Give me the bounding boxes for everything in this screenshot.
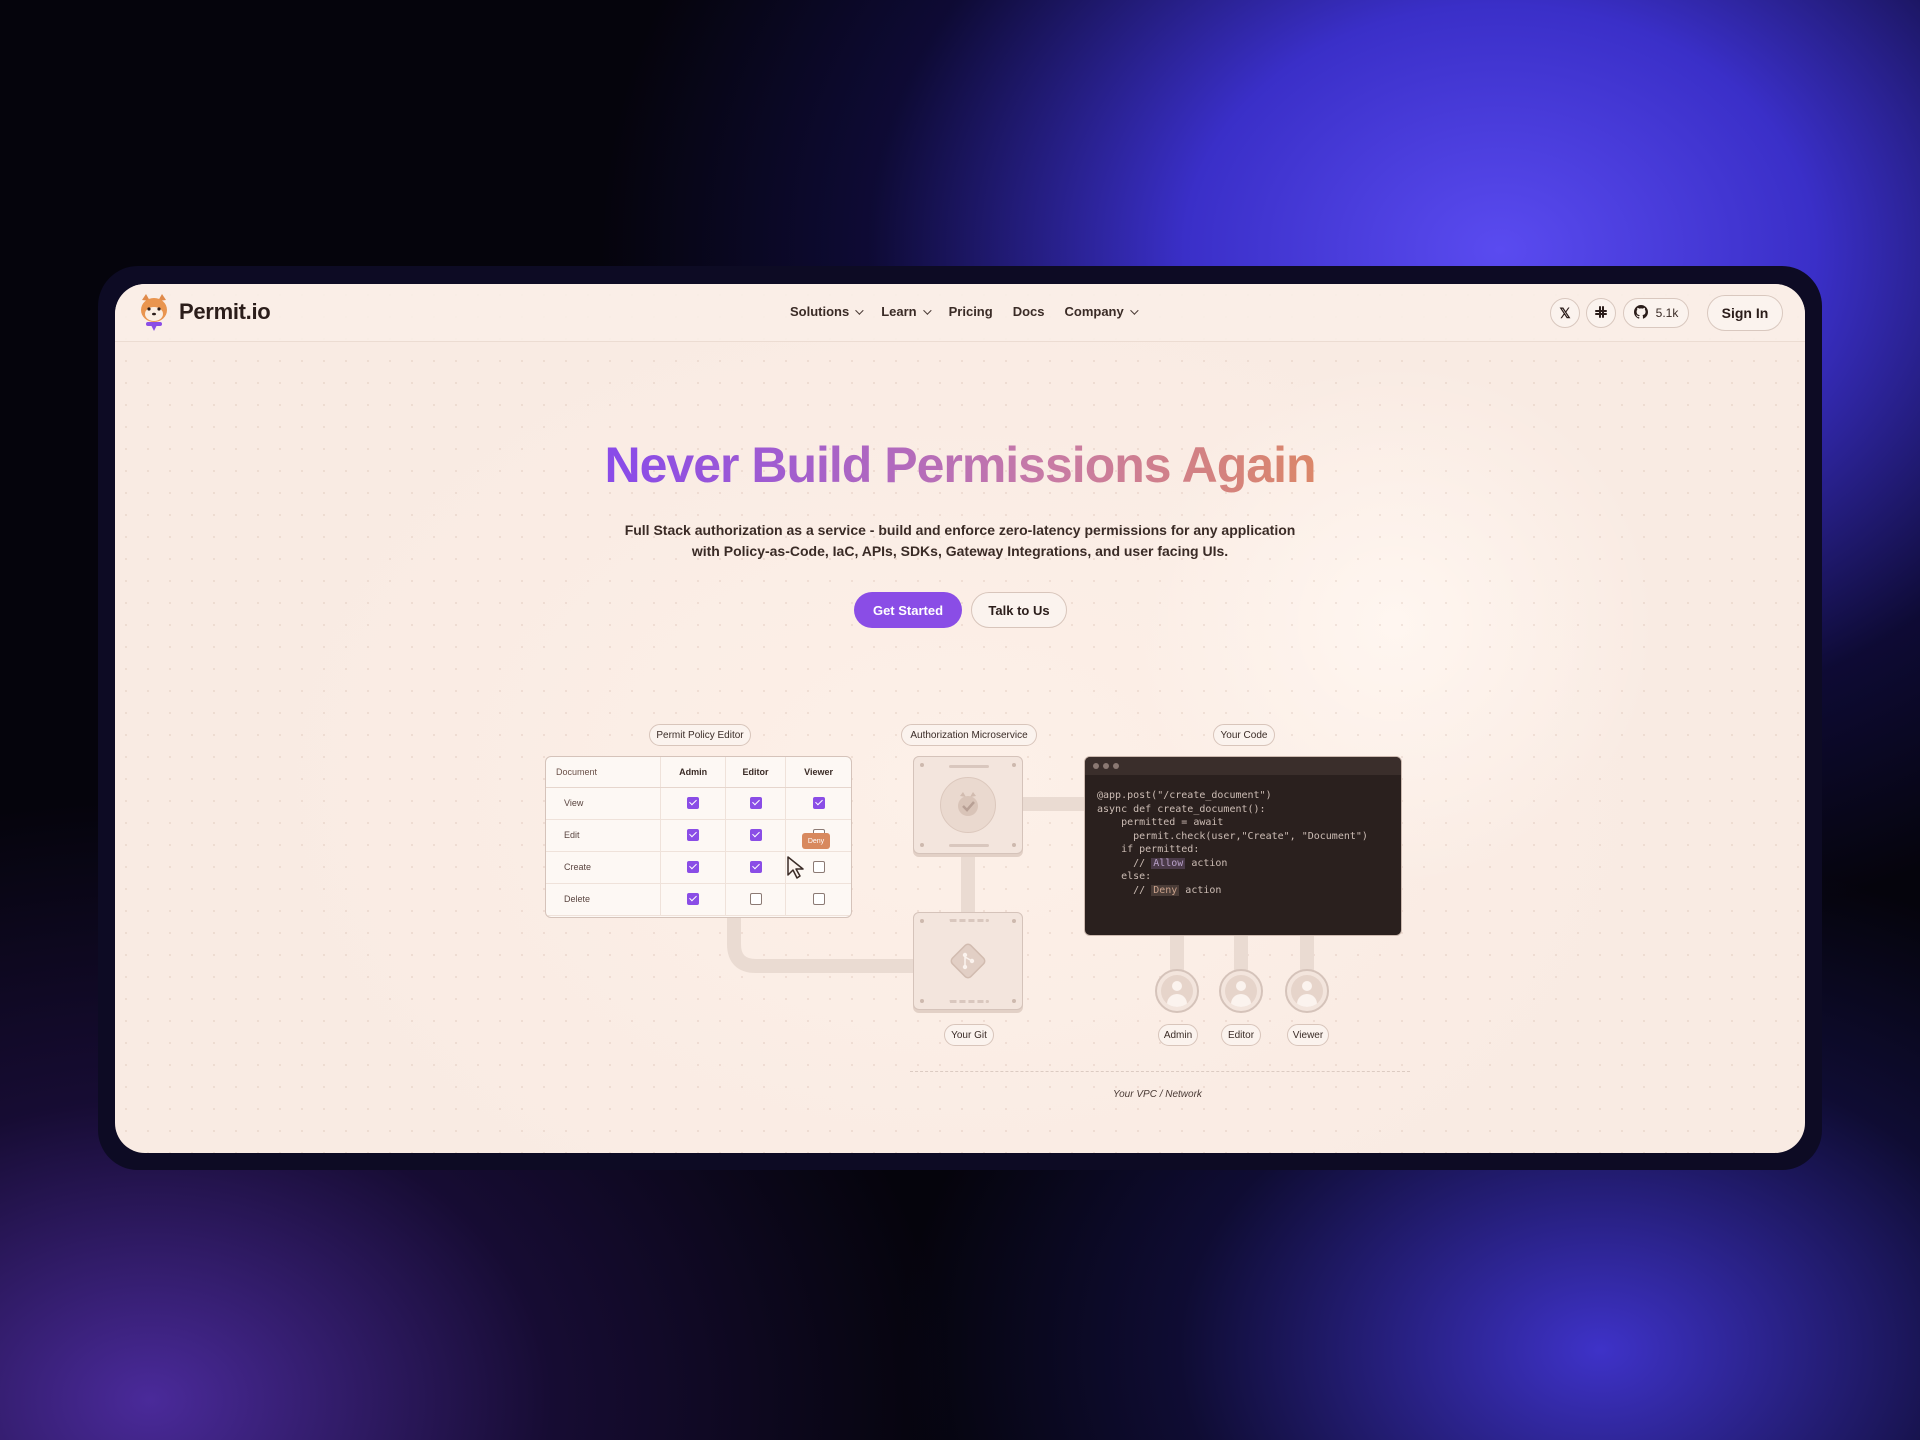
code-line: // Allow action <box>1097 857 1389 871</box>
code-line: permit.check(user,"Create", "Document") <box>1097 830 1368 842</box>
code-editor-window: @app.post("/create_document")async def c… <box>1084 756 1402 936</box>
code-line: permitted = await <box>1097 817 1224 828</box>
box-bar <box>949 844 989 847</box>
window-controls <box>1085 757 1401 775</box>
table-header: Editor <box>724 757 786 788</box>
window-dot-icon <box>1093 763 1099 769</box>
code-action: action <box>1185 857 1228 869</box>
permission-checkbox[interactable] <box>749 893 762 905</box>
table-header: Document <box>546 757 661 788</box>
permission-checkbox[interactable] <box>687 797 700 809</box>
vpc-label: Your VPC / Network <box>1113 1089 1202 1100</box>
permit-shield-icon <box>940 777 996 833</box>
viewer-avatar <box>1285 969 1329 1013</box>
deny-tag: Deny <box>802 833 830 849</box>
code-block: @app.post("/create_document")async def c… <box>1085 775 1401 911</box>
box-bar <box>949 919 989 922</box>
code-line: if permitted: <box>1097 844 1200 855</box>
user-icon <box>1291 975 1323 1007</box>
admin-avatar <box>1155 969 1199 1013</box>
window-dot-icon <box>1103 763 1109 769</box>
your-git-label: Your Git <box>944 1024 994 1046</box>
code-action: action <box>1179 884 1222 896</box>
permission-checkbox[interactable] <box>687 829 700 841</box>
table-row: Delete <box>546 883 851 916</box>
screw <box>1012 999 1016 1003</box>
code-comment: // <box>1097 884 1152 896</box>
code-comment: // <box>1097 857 1152 869</box>
box-bar <box>949 765 989 768</box>
policy-editor-label: Permit Policy Editor <box>649 724 751 746</box>
vpc-boundary <box>910 1071 1410 1072</box>
deny-keyword: Deny <box>1151 884 1180 896</box>
window-dot-icon <box>1113 763 1119 769</box>
allow-keyword: Allow <box>1151 857 1186 869</box>
permission-checkbox[interactable] <box>687 861 700 873</box>
role-label-viewer: Viewer <box>1287 1024 1329 1046</box>
user-icon <box>1161 975 1193 1007</box>
landing-page: Permit.io Solutions Learn Pricing Docs C… <box>115 284 1805 1153</box>
editor-avatar <box>1219 969 1263 1013</box>
permission-checkbox[interactable] <box>749 829 762 841</box>
screw <box>920 919 924 923</box>
table-header: Admin <box>660 757 726 788</box>
screw <box>920 999 924 1003</box>
screw <box>920 843 924 847</box>
screw <box>1012 919 1016 923</box>
action-label: Create <box>546 851 661 884</box>
box-bar <box>949 1000 989 1003</box>
microservice-label: Authorization Microservice <box>901 724 1037 746</box>
permission-checkbox[interactable] <box>812 893 825 905</box>
git-icon <box>940 933 996 989</box>
git-box <box>913 912 1023 1010</box>
user-icon <box>1225 975 1257 1007</box>
diagram-connectors <box>727 797 1314 973</box>
action-label: Edit <box>546 819 661 852</box>
permission-checkbox[interactable] <box>749 797 762 809</box>
role-label-admin: Admin <box>1158 1024 1198 1046</box>
authorization-microservice-box <box>913 756 1023 854</box>
permission-checkbox[interactable] <box>812 861 825 873</box>
table-row: View <box>546 787 851 820</box>
action-label: Delete <box>546 883 661 916</box>
permission-checkbox[interactable] <box>687 893 700 905</box>
code-line: async def create_document(): <box>1097 803 1266 815</box>
screw <box>920 763 924 767</box>
code-line: @app.post("/create_document") <box>1097 790 1272 801</box>
code-line: else: <box>1097 871 1152 882</box>
role-label-editor: Editor <box>1221 1024 1261 1046</box>
code-line: // Deny action <box>1097 884 1389 898</box>
permission-checkbox[interactable] <box>812 797 825 809</box>
permission-checkbox[interactable] <box>749 861 762 873</box>
your-code-label: Your Code <box>1213 724 1275 746</box>
action-label: View <box>546 787 661 820</box>
screw <box>1012 843 1016 847</box>
screw <box>1012 763 1016 767</box>
table-header: Viewer <box>785 757 851 788</box>
